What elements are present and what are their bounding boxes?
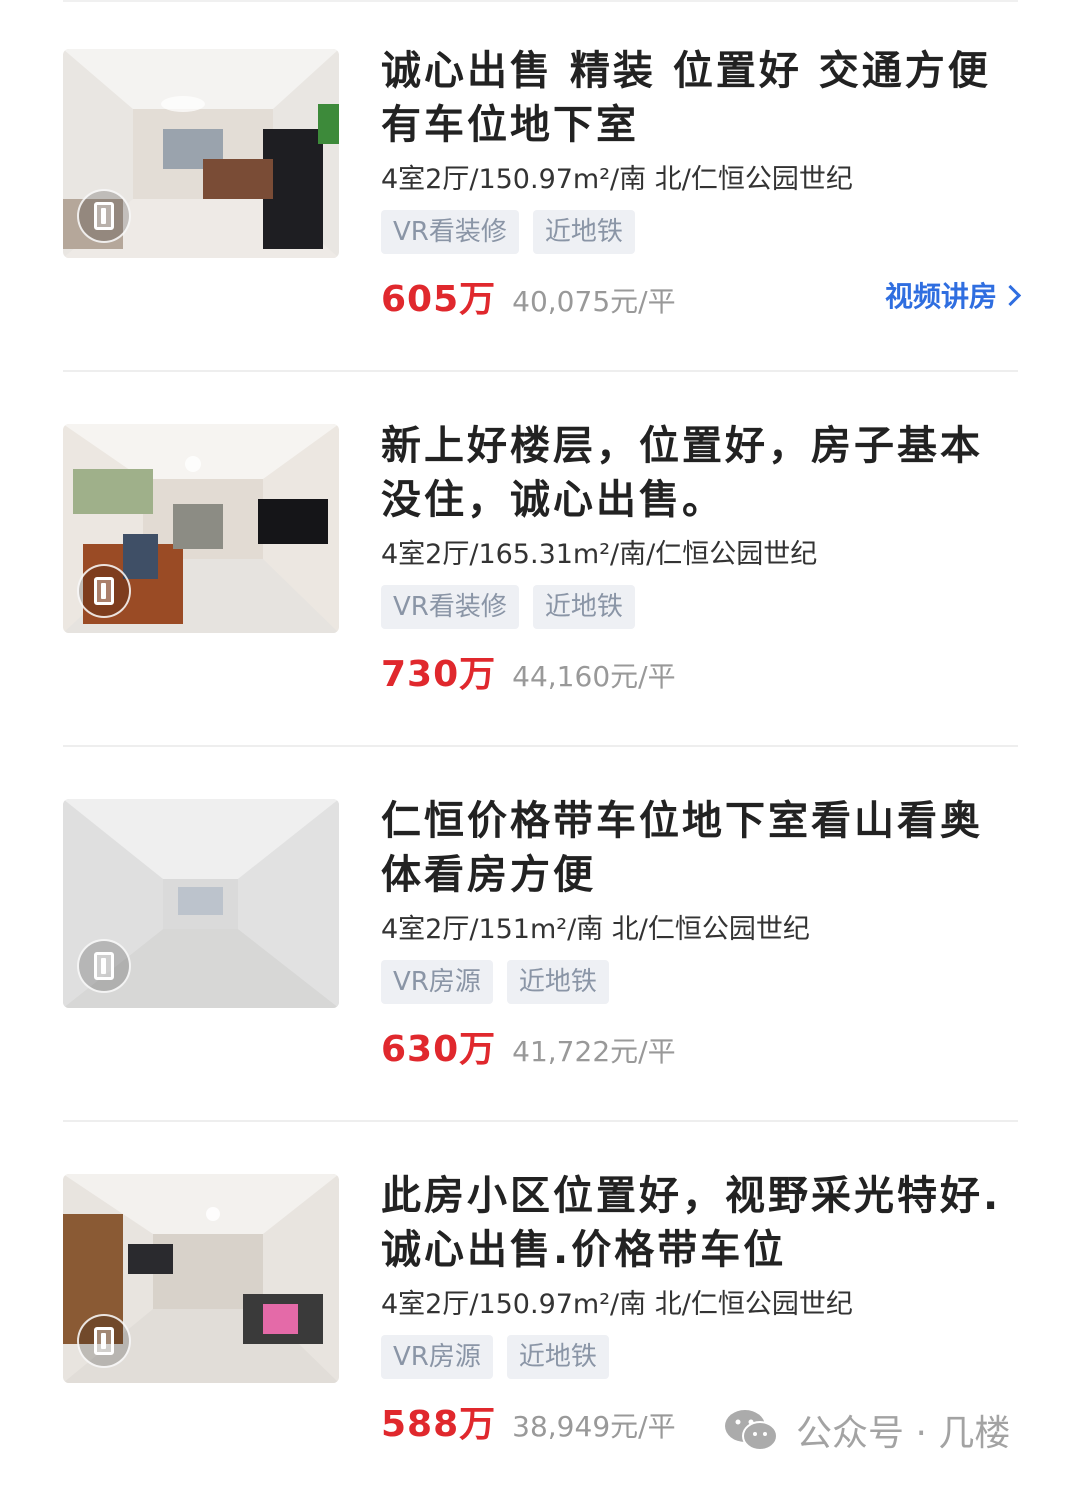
listing-tags: VR房源 近地铁 <box>381 960 609 1004</box>
video-tour-label: 视频讲房 <box>884 280 997 313</box>
tag: VR房源 <box>381 960 493 1004</box>
divider <box>63 1120 1018 1122</box>
unit-price: 44,160元/平 <box>512 660 676 693</box>
listing-tags: VR房源 近地铁 <box>381 1335 609 1379</box>
price-row: 730万 44,160元/平 <box>381 645 676 697</box>
watermark: 公众号 · 几楼 <box>724 1404 1010 1456</box>
listing-tags: VR看装修 近地铁 <box>381 585 635 629</box>
vr-badge-icon <box>77 1314 131 1368</box>
price-row: 605万 40,075元/平 <box>381 270 676 322</box>
listing-card[interactable]: 诚心出售 精装 位置好 交通方便 有车位地下室 4室2厅/150.97m²/南 … <box>0 0 1080 375</box>
total-price: 588万 <box>381 1404 497 1445</box>
listing-meta: 4室2厅/150.97m²/南 北/仁恒公园世纪 <box>381 1289 853 1320</box>
vr-badge-icon <box>77 189 131 243</box>
vr-badge-icon <box>77 564 131 618</box>
listing-title[interactable]: 诚心出售 精装 位置好 交通方便 有车位地下室 <box>381 44 1021 152</box>
tag: 近地铁 <box>506 1335 609 1379</box>
listing-thumbnail[interactable] <box>63 799 339 1008</box>
tag: VR看装修 <box>381 585 519 629</box>
listing-title[interactable]: 新上好楼层，位置好，房子基本没住，诚心出售。 <box>381 419 1021 527</box>
wechat-icon <box>725 1410 778 1451</box>
total-price: 630万 <box>381 1029 497 1070</box>
divider <box>63 370 1018 372</box>
tag: VR房源 <box>381 1335 493 1379</box>
listing-title[interactable]: 此房小区位置好，视野采光特好.诚心出售.价格带车位 <box>381 1169 1021 1277</box>
total-price: 605万 <box>381 279 497 320</box>
tag: 近地铁 <box>532 585 635 629</box>
unit-price: 40,075元/平 <box>512 285 676 318</box>
listing-thumbnail[interactable] <box>63 49 339 258</box>
listing-meta: 4室2厅/165.31m²/南/仁恒公园世纪 <box>381 539 818 570</box>
listing-thumbnail[interactable] <box>63 1174 339 1383</box>
price-row: 588万 38,949元/平 <box>381 1395 676 1447</box>
total-price: 730万 <box>381 654 497 695</box>
listing-tags: VR看装修 近地铁 <box>381 210 635 254</box>
tag: 近地铁 <box>532 210 635 254</box>
listing-card[interactable]: 仁恒价格带车位地下室看山看奥体看房方便 4室2厅/151m²/南 北/仁恒公园世… <box>0 750 1080 1125</box>
listing-meta: 4室2厅/150.97m²/南 北/仁恒公园世纪 <box>381 164 853 195</box>
tag: 近地铁 <box>506 960 609 1004</box>
divider <box>63 745 1018 747</box>
unit-price: 38,949元/平 <box>512 1410 676 1443</box>
chevron-right-icon <box>999 284 1022 307</box>
listing-meta: 4室2厅/151m²/南 北/仁恒公园世纪 <box>381 914 810 945</box>
tag: VR看装修 <box>381 210 519 254</box>
unit-price: 41,722元/平 <box>512 1035 676 1068</box>
vr-badge-icon <box>77 939 131 993</box>
listing-card[interactable]: 新上好楼层，位置好，房子基本没住，诚心出售。 4室2厅/165.31m²/南/仁… <box>0 375 1080 750</box>
video-tour-link[interactable]: 视频讲房 <box>884 275 1022 315</box>
listing-thumbnail[interactable] <box>63 424 339 633</box>
listing-title[interactable]: 仁恒价格带车位地下室看山看奥体看房方便 <box>381 794 1021 902</box>
watermark-text: 公众号 · 几楼 <box>796 1413 1011 1454</box>
price-row: 630万 41,722元/平 <box>381 1020 676 1072</box>
